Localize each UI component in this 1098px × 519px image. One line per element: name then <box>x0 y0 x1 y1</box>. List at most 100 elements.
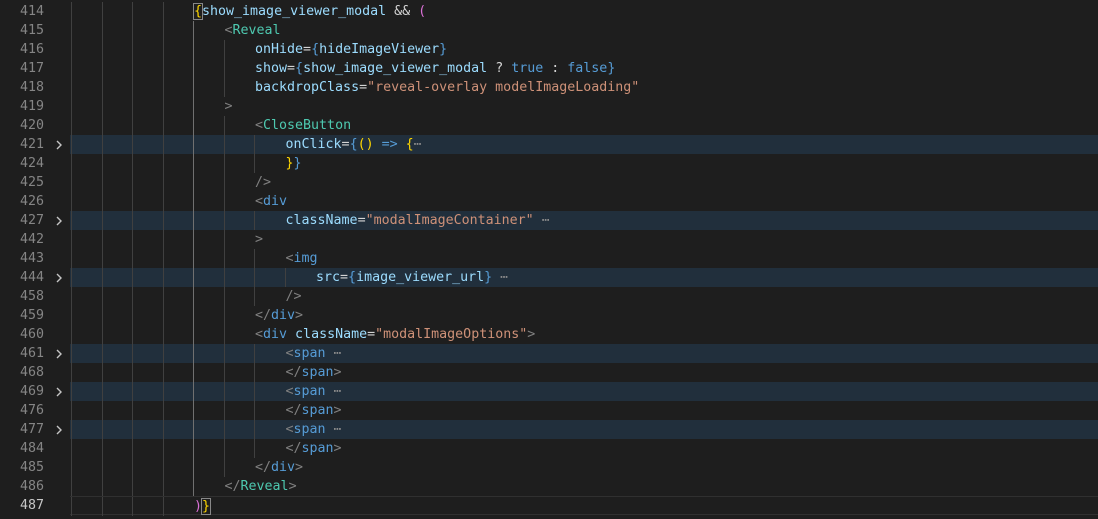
code-line[interactable]: 460 <div className="modalImageOptions"> <box>0 325 1098 344</box>
code-token[interactable]: ⋯ <box>326 384 342 399</box>
fold-chevron-icon[interactable] <box>52 382 66 401</box>
code-area[interactable]: <span ⋯ <box>70 382 1098 401</box>
indent-guide <box>254 287 255 306</box>
code-line[interactable]: 468 </span> <box>0 363 1098 382</box>
code-area[interactable]: <CloseButton <box>70 116 1098 135</box>
indent-guide <box>193 306 194 325</box>
code-line[interactable]: 444 src={image_viewer_url} ⋯ <box>0 268 1098 287</box>
indent-guide <box>101 2 103 21</box>
code-line[interactable]: 443 <img <box>0 249 1098 268</box>
code-token[interactable]: ⋯ <box>492 270 508 285</box>
code-token: className <box>285 213 358 228</box>
code-line[interactable]: 419 > <box>0 97 1098 116</box>
code-area[interactable]: > <box>70 97 1098 116</box>
code-area[interactable]: {show_image_viewer_modal && ( <box>70 2 1098 21</box>
code-area[interactable]: show={show_image_viewer_modal ? true : f… <box>70 59 1098 78</box>
code-token[interactable]: ⋯ <box>414 137 422 152</box>
code-area[interactable]: /> <box>70 287 1098 306</box>
code-area[interactable]: <div className="modalImageOptions"> <box>70 325 1098 344</box>
code-area[interactable]: className="modalImageContainer" ⋯ <box>70 211 1098 230</box>
code-area[interactable]: <div <box>70 192 1098 211</box>
code-area[interactable]: onHide={hideImageViewer} <box>70 40 1098 59</box>
code-area[interactable]: </div> <box>70 306 1098 325</box>
indent-guide <box>71 268 72 287</box>
code-line[interactable]: 461 <span ⋯ <box>0 344 1098 363</box>
code-line[interactable]: 426 <div <box>0 192 1098 211</box>
indent-guide <box>71 173 72 192</box>
code-area[interactable]: <img <box>70 249 1098 268</box>
code-area[interactable]: > <box>70 230 1098 249</box>
code-area[interactable]: </Reveal> <box>70 477 1098 496</box>
code-line[interactable]: 485 </div> <box>0 458 1098 477</box>
code-line[interactable]: 421 onClick={() => {⋯ <box>0 135 1098 154</box>
code-line[interactable]: 484 </span> <box>0 439 1098 458</box>
code-line[interactable]: 469 <span ⋯ <box>0 382 1098 401</box>
code-token: > <box>333 441 342 456</box>
code-area[interactable]: /> <box>70 173 1098 192</box>
code-area[interactable]: <span ⋯ <box>70 344 1098 363</box>
code-area[interactable]: <span ⋯ <box>70 420 1098 439</box>
fold-chevron-icon[interactable] <box>52 268 66 287</box>
indent-guide <box>71 2 72 21</box>
code-area[interactable]: </div> <box>70 458 1098 477</box>
code-area[interactable]: backdropClass="reveal-overlay modelImage… <box>70 78 1098 97</box>
code-text: )} <box>194 497 212 516</box>
code-line[interactable]: 414 {show_image_viewer_modal && ( <box>0 2 1098 21</box>
code-line[interactable]: 427 className="modalImageContainer" ⋯ <box>0 211 1098 230</box>
code-line[interactable]: 458 /> <box>0 287 1098 306</box>
indent-guide <box>132 230 133 249</box>
code-line[interactable]: 476 </span> <box>0 401 1098 420</box>
code-line[interactable]: 425 /> <box>0 173 1098 192</box>
code-token: < <box>255 118 264 133</box>
line-number: 421 <box>19 137 44 152</box>
code-editor[interactable]: 414 {show_image_viewer_modal && (415 <Reve… <box>0 0 1098 519</box>
code-token: Reveal <box>232 23 281 38</box>
code-token: className <box>287 327 368 342</box>
indent-guide <box>101 420 103 439</box>
code-area[interactable]: <Reveal <box>70 21 1098 40</box>
code-area[interactable]: </span> <box>70 363 1098 382</box>
code-line[interactable]: 459 </div> <box>0 306 1098 325</box>
code-text: </span> <box>286 401 342 420</box>
code-line[interactable]: 486 </Reveal> <box>0 477 1098 496</box>
indent-guide <box>132 173 133 192</box>
code-line[interactable]: 418 backdropClass="reveal-overlay modelIm… <box>0 78 1098 97</box>
code-area[interactable]: }} <box>70 154 1098 173</box>
indent-guide <box>223 344 225 363</box>
indent-guide <box>162 268 164 287</box>
code-token: = <box>287 61 296 76</box>
code-line[interactable]: 477 <span ⋯ <box>0 420 1098 439</box>
indent-guide <box>162 420 164 439</box>
code-token: CloseButton <box>263 118 352 133</box>
code-area[interactable]: )} <box>70 496 1098 516</box>
code-line[interactable]: 415 <Reveal <box>0 21 1098 40</box>
indent-guide <box>132 306 133 325</box>
code-text: {show_image_viewer_modal && ( <box>192 2 426 21</box>
fold-chevron-icon[interactable] <box>52 135 66 154</box>
code-line[interactable]: 417 show={show_image_viewer_modal ? true … <box>0 59 1098 78</box>
code-token: "modalImageContainer" <box>365 213 534 228</box>
code-text: </Reveal> <box>225 477 297 496</box>
code-line[interactable]: 424}} <box>0 154 1098 173</box>
code-line[interactable]: 420 <CloseButton <box>0 116 1098 135</box>
indent-guide <box>71 401 72 420</box>
indent-guide <box>223 249 225 268</box>
code-line[interactable]: 442 > <box>0 230 1098 249</box>
indent-guide <box>223 268 225 287</box>
fold-chevron-icon[interactable] <box>52 420 66 439</box>
indent-guide <box>223 173 225 192</box>
code-area[interactable]: onClick={() => {⋯ <box>70 135 1098 154</box>
fold-chevron-icon[interactable] <box>52 211 66 230</box>
indent-guide <box>254 401 255 420</box>
indent-guide <box>132 249 133 268</box>
code-token[interactable]: ⋯ <box>534 213 550 228</box>
code-line[interactable]: 416 onHide={hideImageViewer} <box>0 40 1098 59</box>
code-area[interactable]: src={image_viewer_url} ⋯ <box>70 268 1098 287</box>
fold-chevron-icon[interactable] <box>52 344 66 363</box>
line-number: 425 <box>19 175 44 190</box>
code-token[interactable]: ⋯ <box>326 422 342 437</box>
code-area[interactable]: </span> <box>70 401 1098 420</box>
code-line[interactable]: 487)} <box>0 496 1098 516</box>
code-area[interactable]: </span> <box>70 439 1098 458</box>
code-token[interactable]: ⋯ <box>326 346 342 361</box>
